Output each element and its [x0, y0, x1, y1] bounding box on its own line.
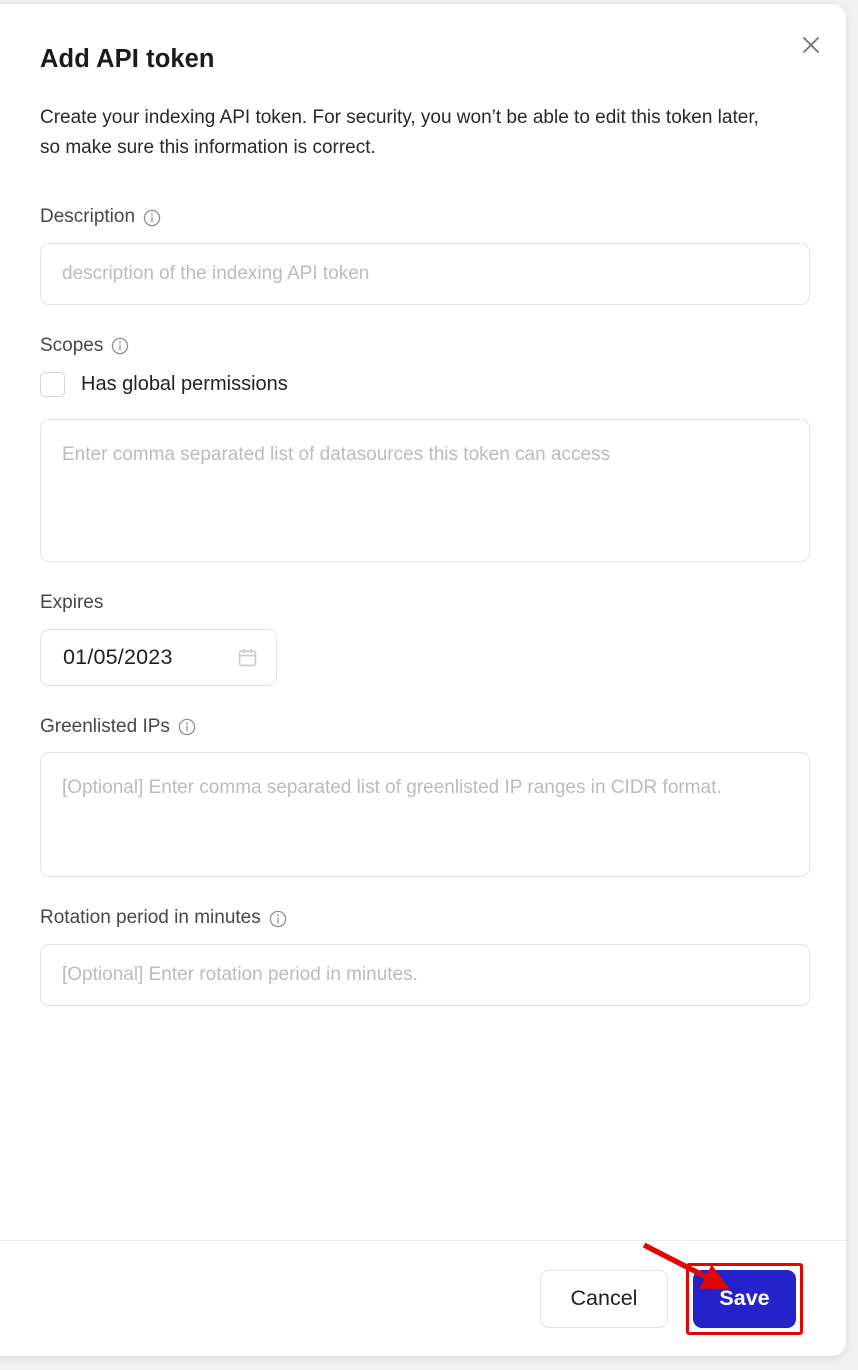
scopes-datasources-textarea[interactable]: Enter comma separated list of datasource… — [40, 418, 810, 562]
description-label: Description — [40, 206, 136, 228]
global-permissions-label: Has global permissions — [81, 372, 288, 395]
expires-label: Expires — [40, 591, 104, 613]
save-button[interactable]: Save — [693, 1269, 796, 1328]
rotation-period-placeholder: [Optional] Enter rotation period in minu… — [62, 964, 418, 986]
dialog-body: Add API token Create your indexing API t… — [0, 4, 846, 1240]
scopes-label: Scopes — [40, 334, 104, 356]
expires-date-value: 01/05/2023 — [63, 644, 173, 669]
add-api-token-dialog: Add API token Create your indexing API t… — [0, 4, 846, 1356]
field-rotation-period: Rotation period in minutes [Optional] En… — [40, 907, 810, 1007]
greenlisted-ips-label: Greenlisted IPs — [40, 715, 170, 737]
info-icon[interactable] — [143, 209, 161, 227]
dialog-description: Create your indexing API token. For secu… — [40, 106, 759, 159]
field-expires: Expires 01/05/2023 — [40, 592, 797, 686]
field-description: Description description of the indexing … — [40, 206, 810, 305]
close-icon[interactable] — [794, 28, 828, 62]
calendar-icon[interactable] — [237, 647, 258, 668]
screen: Add API token Create your indexing API t… — [0, 0, 858, 1370]
page-title: Add API token — [40, 45, 215, 73]
scopes-placeholder: Enter comma separated list of datasource… — [62, 443, 611, 465]
expires-label-row: Expires — [40, 592, 797, 615]
rotation-period-label-row: Rotation period in minutes — [40, 907, 797, 930]
scopes-label-row: Scopes — [40, 335, 797, 358]
description-input[interactable]: description of the indexing API token — [40, 242, 810, 305]
greenlisted-ips-placeholder: [Optional] Enter comma separated list of… — [62, 777, 722, 799]
description-label-row: Description — [40, 206, 797, 229]
rotation-period-input[interactable]: [Optional] Enter rotation period in minu… — [40, 944, 810, 1007]
greenlisted-ips-label-row: Greenlisted IPs — [40, 716, 797, 739]
greenlisted-ips-textarea[interactable]: [Optional] Enter comma separated list of… — [40, 752, 810, 878]
field-scopes: Scopes Has global permissions Enter comm… — [40, 335, 810, 562]
cancel-button[interactable]: Cancel — [540, 1269, 668, 1328]
info-icon[interactable] — [111, 337, 129, 355]
expires-date-input[interactable]: 01/05/2023 — [40, 628, 277, 686]
save-button-highlight: Save — [686, 1262, 803, 1335]
dialog-footer: Cancel Save — [0, 1240, 846, 1356]
global-permissions-checkbox-row[interactable]: Has global permissions — [40, 371, 797, 397]
field-greenlisted-ips: Greenlisted IPs [Optional] Enter comma s… — [40, 716, 810, 878]
global-permissions-checkbox[interactable] — [40, 371, 65, 397]
info-icon[interactable] — [269, 910, 287, 928]
rotation-period-label: Rotation period in minutes — [40, 907, 261, 929]
info-icon[interactable] — [178, 718, 196, 736]
description-placeholder: description of the indexing API token — [62, 262, 370, 284]
